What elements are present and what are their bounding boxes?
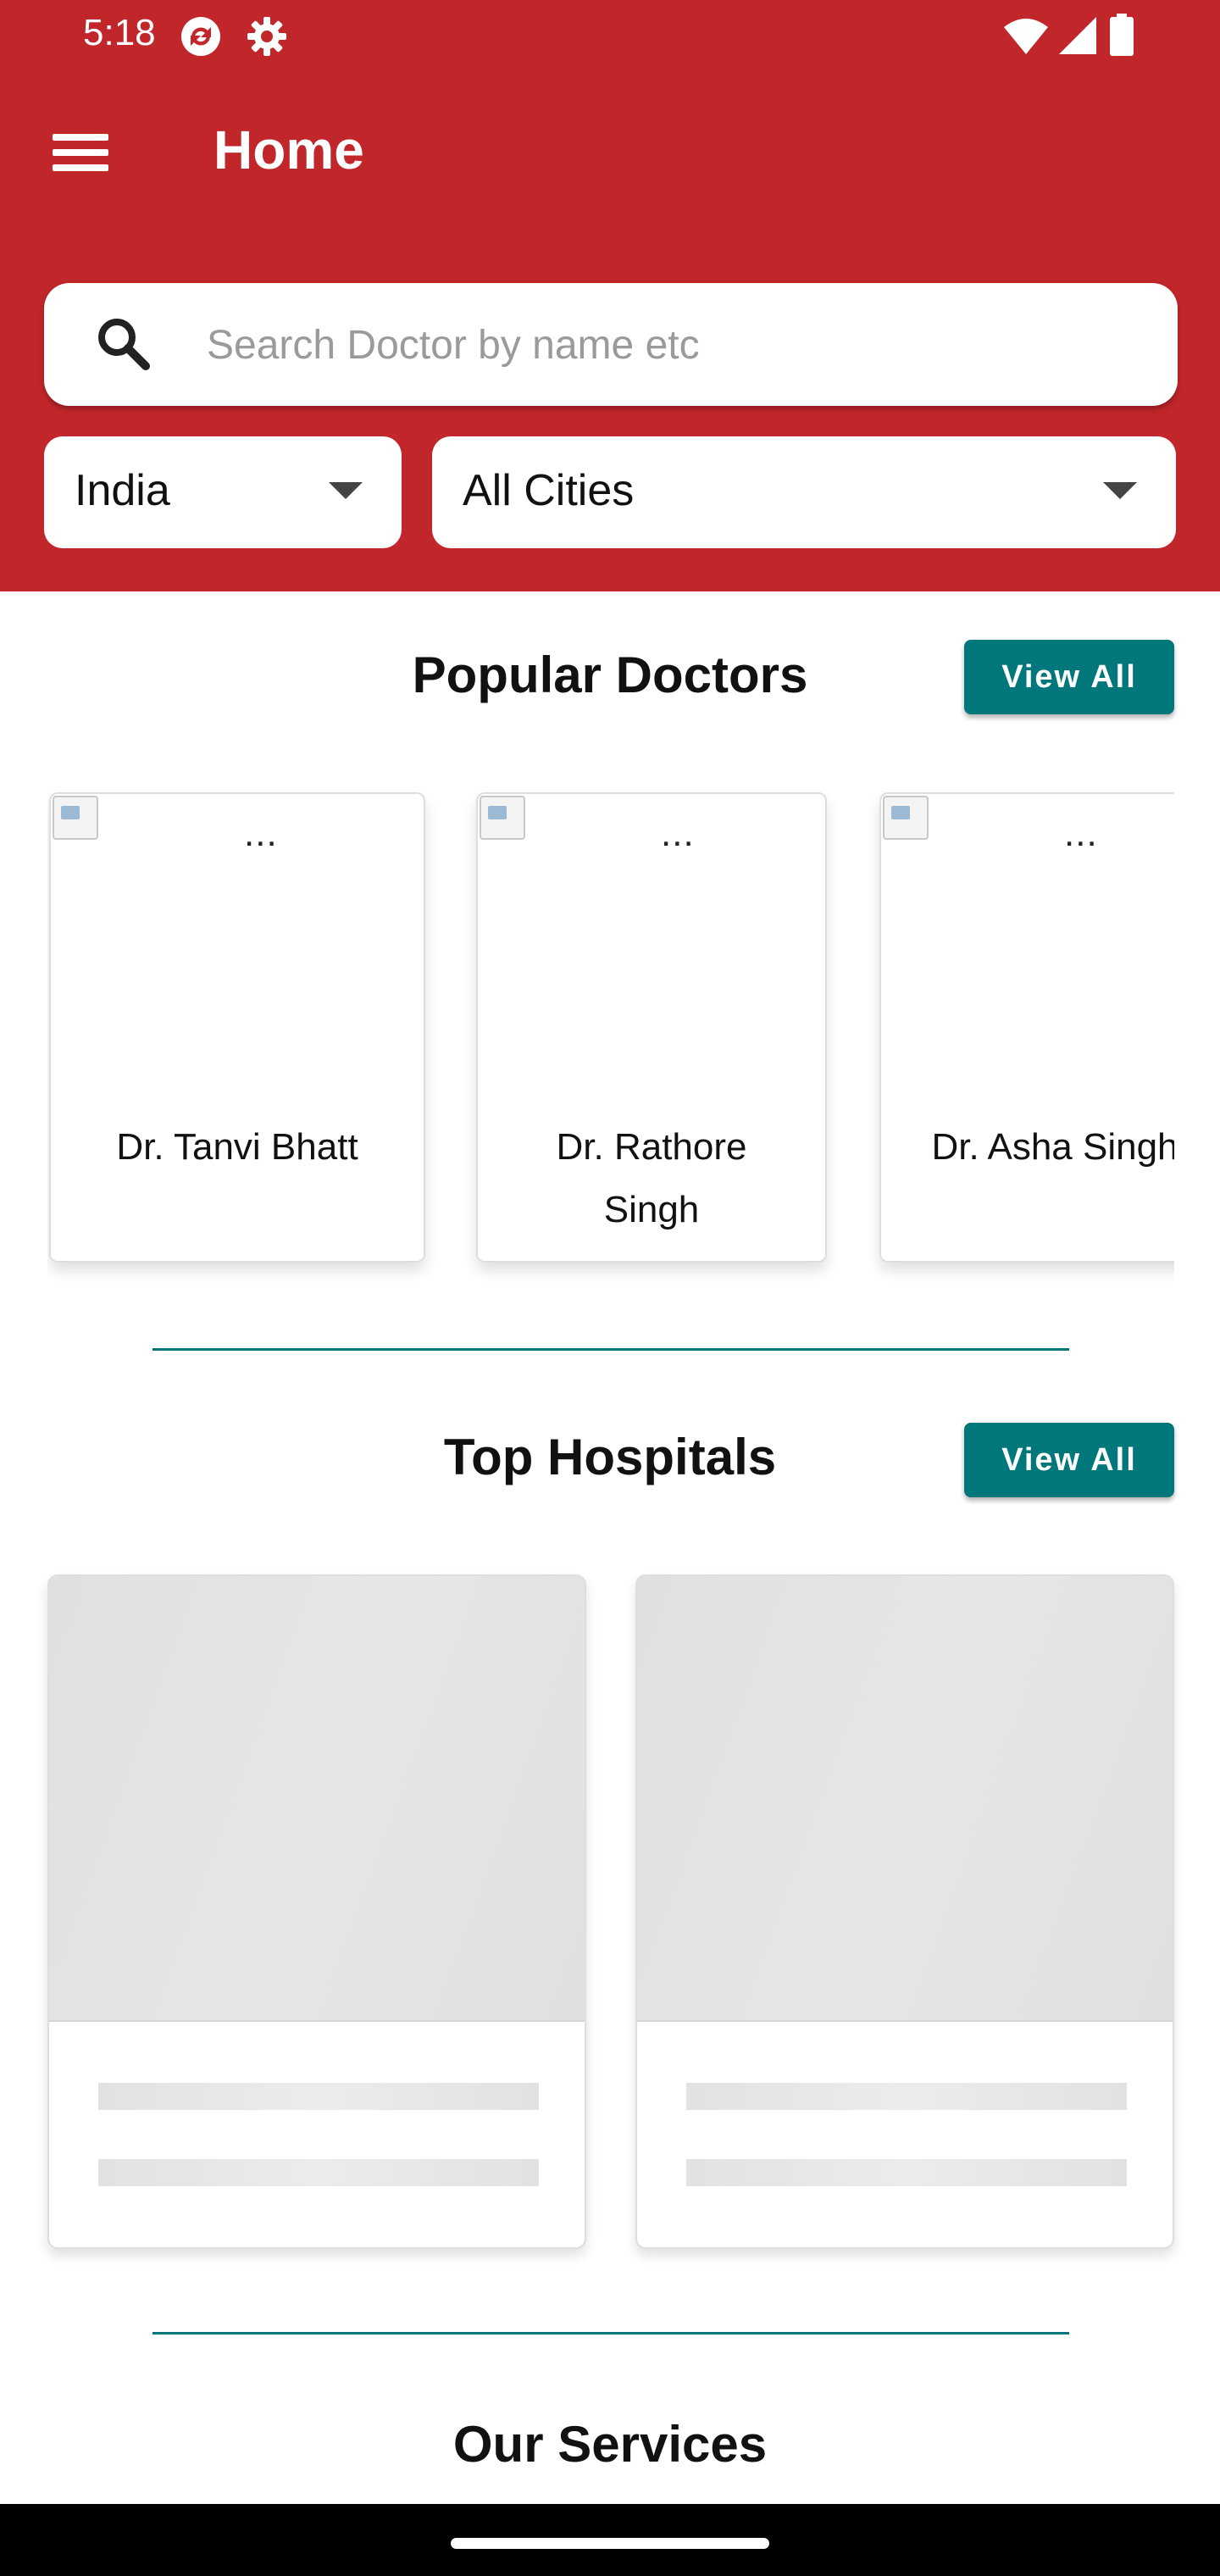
section-divider bbox=[152, 2332, 1069, 2334]
doctor-carousel[interactable]: ... Dr. Tanvi Bhatt ... Dr. Rathore Sing… bbox=[47, 784, 1174, 1335]
doctor-image-alt: ... bbox=[1064, 813, 1098, 854]
search-bar[interactable] bbox=[44, 283, 1178, 406]
hospital-image-placeholder bbox=[637, 1576, 1173, 2022]
home-gesture-handle[interactable] bbox=[451, 2538, 769, 2549]
broken-image-icon bbox=[480, 796, 525, 840]
country-dropdown[interactable]: India bbox=[44, 436, 402, 548]
doctor-name: Dr. Tanvi Bhatt bbox=[116, 1126, 358, 1168]
doctor-image-alt: ... bbox=[661, 813, 695, 854]
gear-icon bbox=[247, 17, 286, 56]
popular-doctors-view-all-button[interactable]: View All bbox=[964, 640, 1174, 714]
city-dropdown-value: All Cities bbox=[463, 466, 635, 515]
hamburger-menu-icon[interactable] bbox=[53, 127, 112, 178]
popular-doctors-title: Popular Doctors bbox=[412, 647, 808, 703]
header: 5:18 Home Search Doctor by name etc Indi… bbox=[0, 0, 1220, 591]
hospital-card-skeleton bbox=[635, 1574, 1174, 2249]
skeleton-line bbox=[686, 2159, 1127, 2186]
broken-image-icon bbox=[53, 796, 98, 840]
search-icon[interactable] bbox=[93, 314, 154, 375]
system-navigation-bar bbox=[0, 2504, 1220, 2576]
doctor-card[interactable]: ... Dr. Asha Singh bbox=[879, 792, 1174, 1263]
chevron-down-icon bbox=[329, 482, 363, 499]
wifi-icon bbox=[1004, 19, 1048, 54]
top-hospitals-title: Top Hospitals bbox=[443, 1429, 777, 1485]
top-hospitals-view-all-button[interactable]: View All bbox=[964, 1423, 1174, 1497]
doctor-card[interactable]: ... Dr. Rathore Singh bbox=[476, 792, 827, 1263]
hospital-card-skeleton bbox=[47, 1574, 586, 2249]
sync-icon bbox=[181, 17, 220, 56]
broken-image-icon bbox=[883, 796, 929, 840]
doctor-image-alt: ... bbox=[244, 813, 278, 854]
doctor-card[interactable]: ... Dr. Tanvi Bhatt bbox=[49, 792, 425, 1263]
skeleton-line bbox=[686, 2083, 1127, 2110]
home-screen: 5:18 Home Search Doctor by name etc Indi… bbox=[0, 0, 1220, 2576]
skeleton-line bbox=[98, 2159, 539, 2186]
doctor-name: Dr. Rathore Singh bbox=[556, 1126, 747, 1230]
search-input[interactable] bbox=[207, 308, 1139, 381]
chevron-down-icon bbox=[1103, 482, 1137, 499]
signal-icon bbox=[1059, 17, 1096, 54]
status-bar: 5:18 bbox=[0, 0, 1220, 76]
our-services-title: Our Services bbox=[452, 2416, 768, 2473]
city-dropdown[interactable]: All Cities bbox=[432, 436, 1176, 548]
skeleton-line bbox=[98, 2083, 539, 2110]
status-time: 5:18 bbox=[83, 12, 156, 53]
doctor-name: Dr. Asha Singh bbox=[931, 1126, 1174, 1168]
battery-icon bbox=[1110, 14, 1134, 56]
country-dropdown-value: India bbox=[75, 466, 170, 515]
page-title: Home bbox=[214, 119, 364, 180]
hospital-image-placeholder bbox=[49, 1576, 585, 2022]
section-divider bbox=[152, 1348, 1069, 1351]
